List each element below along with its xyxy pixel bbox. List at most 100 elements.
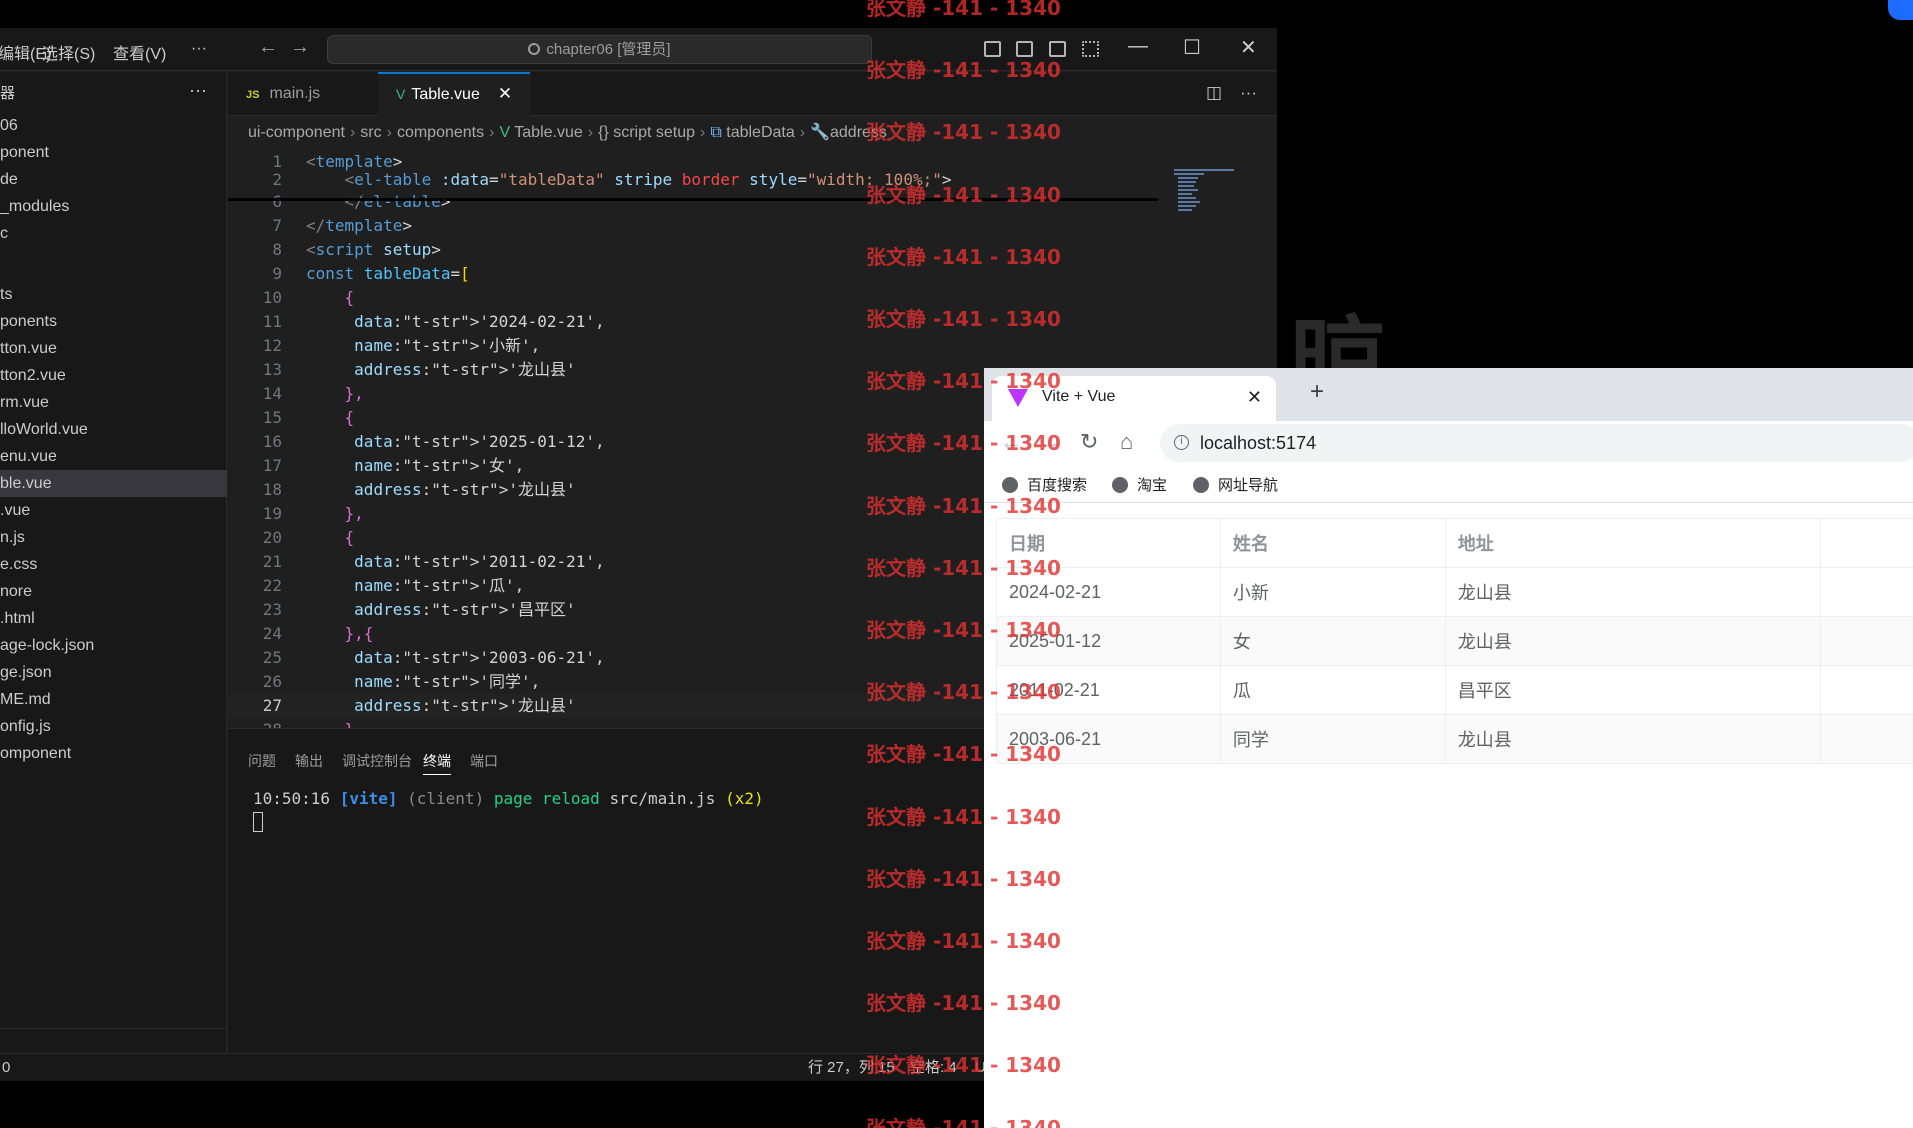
reload-icon[interactable]: ↻ (1080, 429, 1098, 455)
file-tree-item[interactable]: ge.json (0, 659, 227, 686)
table-row: 2024-02-21 小新 龙山县 (996, 567, 1913, 617)
file-tree-item[interactable]: nore (0, 578, 227, 605)
command-center[interactable]: chapter06 [管理员] (327, 35, 872, 64)
watermark-text: 张文静 -141 - 1340 (866, 866, 1061, 891)
customize-layout-icon[interactable] (1082, 41, 1099, 57)
file-tree-item[interactable]: ponents (0, 308, 227, 335)
table-cell-filler (1819, 567, 1913, 617)
editor-tabs: JS main.js V Table.vue ✕ ◫ ··· (228, 72, 1277, 116)
file-tree-item[interactable]: c (0, 220, 227, 247)
code-line[interactable]: 11 data:"t-str">'2024-02-21', (228, 310, 1228, 334)
terminal-cursor (253, 812, 263, 832)
file-tree-item[interactable]: e.css (0, 551, 227, 578)
vue-file-icon: V (396, 86, 406, 102)
watermark-text: 张文静 -141 - 1340 (866, 58, 1061, 83)
code-text: name:"t-str">'小新', (354, 336, 541, 355)
file-tree-item[interactable]: omponent (0, 740, 227, 767)
watermark-text: 张文静 -141 - 1340 (866, 182, 1061, 207)
menu-more[interactable]: ··· (191, 40, 207, 58)
line-number: 15 (262, 408, 282, 427)
code-line[interactable]: 7 </template> (228, 214, 1228, 238)
code-line[interactable]: 12 name:"t-str">'小新', (228, 334, 1228, 358)
explorer-more-button[interactable]: ··· (189, 80, 207, 101)
tab-table-vue[interactable]: V Table.vue ✕ (378, 72, 530, 116)
tab-problems[interactable]: 问题 (248, 751, 276, 771)
maximize-icon[interactable]: ☐ (1183, 35, 1201, 60)
status-problems-count[interactable]: 0 (2, 1054, 10, 1082)
line-number: 9 (272, 264, 282, 283)
breadcrumb-item[interactable]: src (360, 124, 381, 141)
file-tree-item[interactable]: lloWorld.vue (0, 416, 227, 443)
file-tree-item[interactable]: ME.md (0, 686, 227, 713)
code-line[interactable]: 6 </el-table> (228, 190, 1228, 214)
code-text: const tableData=[ (306, 264, 470, 283)
file-tree-item[interactable]: ts (0, 281, 227, 308)
file-tree-item[interactable]: tton.vue (0, 335, 227, 362)
bookmark-nav[interactable]: 网址导航 (1193, 474, 1278, 495)
home-icon[interactable]: ⌂ (1120, 429, 1133, 455)
file-tree-item[interactable]: .html (0, 605, 227, 632)
tab-main-js[interactable]: JS main.js (228, 72, 378, 116)
watermark-text: 张文静 -141 - 1340 (866, 120, 1061, 145)
forward-arrow-icon[interactable]: → (290, 36, 310, 59)
code-text: </template> (306, 216, 412, 235)
file-tree-item[interactable]: .vue (0, 497, 227, 524)
file-tree-item[interactable]: 06 (0, 112, 227, 139)
file-tree-item[interactable]: age-lock.json (0, 632, 227, 659)
minimap-line (1178, 185, 1194, 187)
bookmark-label: 淘宝 (1137, 477, 1168, 494)
tab-terminal[interactable]: 终端 (423, 751, 451, 775)
breadcrumb-item[interactable]: components (397, 124, 484, 141)
new-tab-button[interactable]: + (1310, 378, 1324, 406)
breadcrumb-item[interactable]: tableData (726, 124, 795, 141)
code-text: name:"t-str">'女', (354, 456, 525, 475)
back-arrow-icon[interactable]: ← (258, 36, 278, 59)
line-number: 21 (262, 552, 282, 571)
breadcrumb-item[interactable]: ui-component (248, 124, 345, 141)
title-bar: 编辑(E) 选择(S) 查看(V) ··· ← → chapter06 [管理员… (0, 28, 1277, 71)
minimize-icon[interactable]: — (1128, 35, 1148, 58)
table-cell: 龙山县 (1444, 616, 1821, 666)
table-cell-filler (1819, 714, 1913, 764)
address-bar[interactable]: i localhost:5174 (1160, 424, 1913, 462)
tab-debug-console[interactable]: 调试控制台 (342, 751, 412, 771)
file-tree-item[interactable]: enu.vue (0, 443, 227, 470)
code-line[interactable]: 10 { (228, 286, 1228, 310)
tab-ports[interactable]: 端口 (470, 751, 498, 771)
file-tree-item[interactable]: ble.vue (0, 470, 227, 497)
site-info-icon[interactable]: i (1174, 435, 1189, 450)
file-tree-item[interactable]: onfig.js (0, 713, 227, 740)
minimap[interactable] (1170, 169, 1260, 229)
code-text: </el-table> (344, 192, 451, 211)
tab-output[interactable]: 输出 (295, 751, 323, 771)
close-window-icon[interactable]: ✕ (1240, 35, 1257, 60)
breadcrumb-item[interactable]: {} script setup (598, 124, 695, 141)
line-number: 7 (272, 216, 282, 235)
file-tree-item[interactable]: tton2.vue (0, 362, 227, 389)
code-line[interactable]: 9 const tableData=[ (228, 262, 1228, 286)
close-tab-icon[interactable]: ✕ (1247, 376, 1262, 418)
file-tree-item[interactable]: de (0, 166, 227, 193)
table-cell-filler (1819, 665, 1913, 715)
code-line[interactable]: 2 <el-table :data="tableData" stripe bor… (228, 168, 1228, 192)
variable-icon: ⧉ (710, 124, 727, 141)
file-tree-item[interactable]: rm.vue (0, 389, 227, 416)
watermark-text: 张文静 -141 - 1340 (866, 618, 1061, 642)
menu-selection[interactable]: 选择(S) (42, 40, 95, 64)
file-tree-item[interactable]: n.js (0, 524, 227, 551)
bookmark-taobao[interactable]: 淘宝 (1112, 474, 1167, 495)
menu-view[interactable]: 查看(V) (113, 40, 166, 64)
code-line[interactable]: 8 <script setup> (228, 238, 1228, 262)
editor-more-button[interactable]: ··· (1240, 83, 1257, 103)
close-tab-icon[interactable]: ✕ (498, 84, 512, 103)
minimap-line (1178, 209, 1192, 211)
line-number: 2 (272, 170, 282, 189)
chevron-right-icon: › (587, 124, 594, 141)
file-tree-item[interactable]: _modules (0, 193, 227, 220)
browser-window: Vite + Vue ✕ + ← → ↻ ⌂ i localhost:5174 … (984, 368, 1913, 1128)
file-tree-item[interactable]: ponent (0, 139, 227, 166)
file-tree-item[interactable] (0, 247, 227, 274)
code-text: { (344, 528, 355, 547)
breadcrumb-item[interactable]: Table.vue (514, 124, 583, 141)
split-editor-icon[interactable]: ◫ (1206, 83, 1222, 103)
